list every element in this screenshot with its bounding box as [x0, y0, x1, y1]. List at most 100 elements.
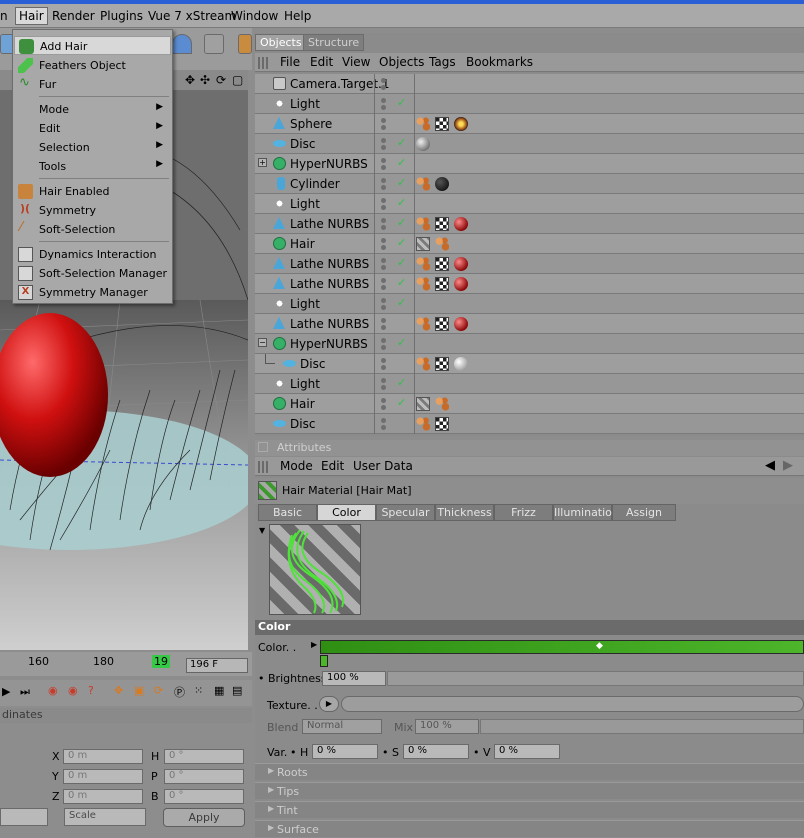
enabled-check-icon[interactable]: ✓: [397, 236, 406, 249]
phong-tag-icon[interactable]: [416, 117, 430, 131]
object-name[interactable]: Light: [290, 377, 320, 391]
object-row[interactable]: Light ✓: [255, 94, 804, 114]
check-tag-icon[interactable]: [435, 217, 449, 231]
preview-toggle-icon[interactable]: ▼: [259, 526, 265, 535]
var-s-field[interactable]: 0 %: [403, 744, 469, 759]
object-name[interactable]: Sphere: [290, 117, 332, 131]
ball-silver-tag-icon[interactable]: [454, 357, 468, 371]
object-name[interactable]: Lathe NURBS: [290, 217, 369, 231]
menu-render[interactable]: Render: [52, 9, 95, 23]
menu-item-symmetry[interactable]: )( Symmetry: [14, 201, 171, 220]
autokey-icon[interactable]: ◉: [68, 684, 78, 697]
object-row[interactable]: Light ✓: [255, 294, 804, 314]
help-key-icon[interactable]: ?: [88, 684, 94, 697]
timeline-menu-icon[interactable]: ▤: [232, 684, 242, 697]
obj-menu-bookmarks[interactable]: Bookmarks: [466, 55, 533, 69]
menu-item-hair-enabled[interactable]: Hair Enabled: [14, 182, 171, 201]
ball-black-tag-icon[interactable]: [435, 177, 449, 191]
enabled-check-icon[interactable]: ✓: [397, 96, 406, 109]
menu-vue[interactable]: Vue 7 xStream: [148, 9, 236, 23]
menu-item-symmetry-manager[interactable]: X Symmetry Manager: [14, 283, 171, 302]
menu-item-dynamics-interaction[interactable]: Dynamics Interaction: [14, 245, 171, 264]
rotate-view-icon[interactable]: ⟳: [216, 73, 226, 87]
coord-y-field[interactable]: 0 m: [63, 769, 143, 784]
brightness-slider[interactable]: [387, 671, 804, 686]
move-key-icon[interactable]: ✥: [114, 684, 123, 697]
point-key-icon[interactable]: ▦: [214, 684, 224, 697]
grip-icon[interactable]: [258, 461, 270, 473]
visibility-dots-icon[interactable]: [381, 356, 391, 372]
coord-h-field[interactable]: 0 °: [164, 749, 244, 764]
tab-color[interactable]: Color: [317, 504, 376, 521]
pla-key-icon[interactable]: ⁙: [194, 684, 203, 697]
section-tips[interactable]: ▶ Tips: [255, 782, 804, 799]
coord-z-field[interactable]: 0 m: [63, 789, 143, 804]
scale-dropdown[interactable]: Scale: [64, 808, 146, 826]
object-row[interactable]: Disc: [255, 354, 804, 374]
grip-icon[interactable]: [258, 57, 270, 69]
object-name[interactable]: Disc: [300, 357, 325, 371]
object-row[interactable]: Disc ✓: [255, 134, 804, 154]
object-row[interactable]: Sphere: [255, 114, 804, 134]
color-expand-icon[interactable]: ▶: [311, 640, 317, 649]
enabled-check-icon[interactable]: ✓: [397, 256, 406, 269]
object-row[interactable]: Cylinder ✓: [255, 174, 804, 194]
visibility-dots-icon[interactable]: [381, 256, 391, 272]
attr-menu-mode[interactable]: Mode: [280, 459, 313, 473]
menu-item-add-hair[interactable]: Add Hair: [14, 36, 171, 55]
object-name[interactable]: Light: [290, 297, 320, 311]
visibility-dots-icon[interactable]: [381, 336, 391, 352]
menu-item-edit[interactable]: Edit ▶: [14, 119, 171, 138]
object-row[interactable]: Camera.Target.1: [255, 74, 804, 94]
ball-grey-tag-icon[interactable]: [416, 137, 430, 151]
material-preview[interactable]: [269, 524, 361, 615]
coord-b-field[interactable]: 0 °: [164, 789, 244, 804]
visibility-dots-icon[interactable]: [381, 236, 391, 252]
menu-hair[interactable]: Hair: [15, 7, 48, 25]
obj-menu-view[interactable]: View: [342, 55, 370, 69]
menu-item-mode[interactable]: Mode ▶: [14, 100, 171, 119]
record-icon[interactable]: ◉: [48, 684, 58, 697]
visibility-dots-icon[interactable]: [381, 196, 391, 212]
enabled-check-icon[interactable]: ✓: [397, 216, 406, 229]
param-key-icon[interactable]: Ⓟ: [174, 684, 185, 700]
section-surface[interactable]: ▶ Surface: [255, 820, 804, 837]
object-row[interactable]: Hair ✓: [255, 394, 804, 414]
phong-tag-icon[interactable]: [435, 397, 449, 411]
object-name[interactable]: HyperNURBS: [290, 157, 368, 171]
menu-partial[interactable]: n: [0, 9, 8, 23]
section-tint[interactable]: ▶ Tint: [255, 801, 804, 818]
object-name[interactable]: Lathe NURBS: [290, 257, 369, 271]
phong-tag-icon[interactable]: [416, 257, 430, 271]
visibility-dots-icon[interactable]: [381, 316, 391, 332]
enabled-check-icon[interactable]: ✓: [397, 376, 406, 389]
object-name[interactable]: Disc: [290, 137, 315, 151]
visibility-dots-icon[interactable]: [381, 216, 391, 232]
visibility-dots-icon[interactable]: [381, 116, 391, 132]
visibility-dots-icon[interactable]: [381, 296, 391, 312]
check-tag-icon[interactable]: [435, 417, 449, 431]
section-roots[interactable]: ▶ Roots: [255, 763, 804, 780]
end-frame-field[interactable]: 196 F: [186, 658, 248, 673]
obj-menu-objects[interactable]: Objects: [379, 55, 424, 69]
tab-illumination[interactable]: Illumination: [553, 504, 619, 521]
pan-icon[interactable]: ✣: [200, 73, 210, 87]
move-view-icon[interactable]: ✥: [185, 73, 195, 87]
object-name[interactable]: Light: [290, 97, 320, 111]
menu-window[interactable]: Window: [231, 9, 278, 23]
var-v-field[interactable]: 0 %: [494, 744, 560, 759]
enabled-check-icon[interactable]: ✓: [397, 176, 406, 189]
object-name[interactable]: Lathe NURBS: [290, 317, 369, 331]
menu-plugins[interactable]: Plugins: [100, 9, 143, 23]
obj-menu-edit[interactable]: Edit: [310, 55, 333, 69]
rotate-key-icon[interactable]: ⟳: [154, 684, 163, 697]
ball-red-tag-icon[interactable]: [454, 217, 468, 231]
menu-item-fur[interactable]: ∿ Fur: [14, 75, 171, 94]
apply-button[interactable]: Apply: [163, 808, 245, 827]
object-row[interactable]: Light ✓: [255, 374, 804, 394]
visibility-dots-icon[interactable]: [381, 396, 391, 412]
menu-item-soft-selection-manager[interactable]: Soft-Selection Manager: [14, 264, 171, 283]
visibility-dots-icon[interactable]: [381, 76, 391, 92]
object-name[interactable]: Disc: [290, 417, 315, 431]
object-row[interactable]: Lathe NURBS ✓: [255, 214, 804, 234]
